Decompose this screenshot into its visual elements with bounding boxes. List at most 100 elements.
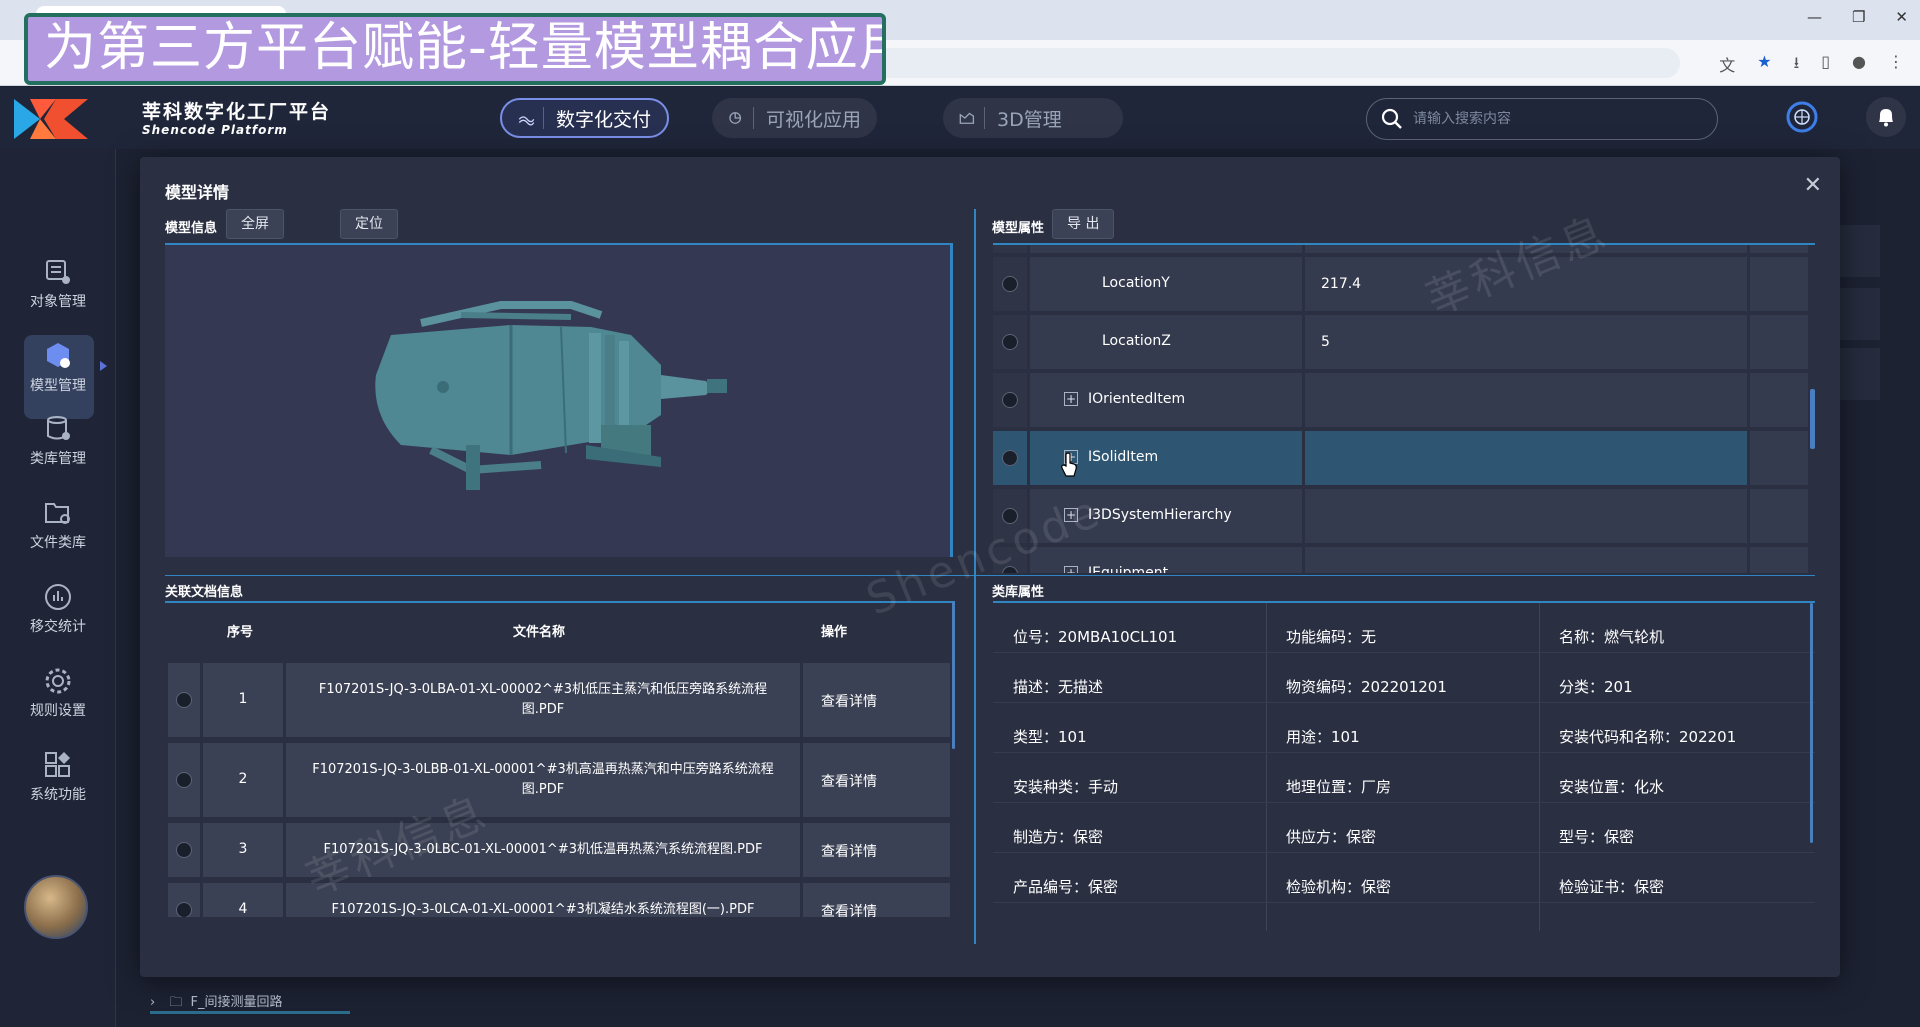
model-3d-viewer[interactable]	[165, 243, 953, 557]
sidebar-item-handover-stats[interactable]: 移交统计	[0, 582, 116, 652]
browser-toolbar-icons: 文 ★ ⭳ ▯ ● ⋮	[1719, 52, 1904, 79]
property-row-location-z[interactable]: LocationZ 5	[993, 315, 1815, 373]
row-radio[interactable]	[176, 842, 192, 858]
avatar[interactable]	[24, 875, 88, 939]
related-docs-label: 关联文档信息	[165, 585, 244, 600]
expand-plus-icon[interactable]: +	[1064, 392, 1078, 406]
library-scrollbar[interactable]	[1810, 603, 1813, 843]
model-info-label: 模型信息	[165, 221, 218, 236]
row-radio[interactable]	[1002, 276, 1018, 292]
view-details-link[interactable]: 查看详情	[803, 823, 950, 877]
table-row[interactable]: 3 F107201S-JQ-3-0LBC-01-XL-00001^#3机低温再热…	[168, 823, 950, 879]
menu-icon[interactable]: ⋮	[1888, 52, 1904, 79]
attr-manufacturer: 制造方：保密	[993, 803, 1266, 853]
property-row-location-y[interactable]: LocationY 217.4	[993, 257, 1815, 315]
col-header-no: 序号	[227, 625, 254, 640]
view-details-link[interactable]: 查看详情	[803, 663, 950, 737]
property-row-i3d-system-hierarchy[interactable]: + I3DSystemHierarchy	[993, 489, 1815, 547]
docs-table-header: 序号 文件名称 操作	[165, 603, 955, 653]
model-detail-modal: 模型详情 ✕ 模型信息 全屏 定位 模型属性 导 出 LocationY 217…	[140, 157, 1840, 977]
minimize-icon[interactable]: —	[1807, 8, 1822, 26]
logo-icon	[14, 99, 88, 139]
row-radio[interactable]	[1002, 450, 1018, 466]
sidebar-item-system-functions[interactable]: 系统功能	[0, 750, 116, 820]
property-row-iequipment[interactable]: + IEquipment	[993, 547, 1815, 573]
app-header: 莘科数字化工厂平台 Shencode Platform 数字化交付 可视化应用 …	[0, 87, 1920, 149]
hand-cursor-icon	[1061, 452, 1077, 477]
attr-function-code: 功能编码：无	[1266, 603, 1539, 653]
statistics-icon	[45, 584, 71, 610]
modal-title: 模型详情	[165, 183, 230, 202]
property-row-isolid-item[interactable]: + ISolidItem	[993, 431, 1815, 489]
close-window-icon[interactable]: ✕	[1895, 8, 1908, 26]
background-panel-block	[1840, 288, 1880, 340]
attr-geo-location: 地理位置：厂房	[1266, 753, 1539, 803]
properties-scrollbar[interactable]	[1810, 389, 1815, 449]
nav-3d-management[interactable]: 3D管理	[943, 98, 1123, 138]
gear-icon	[45, 668, 71, 694]
row-radio[interactable]	[1002, 566, 1018, 573]
table-row[interactable]: 4 F107201S-JQ-3-0LCA-01-XL-00001^#3机凝结水系…	[168, 883, 950, 917]
sidebar: 对象管理 模型管理 类库管理 文件类库 移交统计 规则设置 系统功能	[0, 149, 116, 1027]
locate-button[interactable]: 定位	[340, 209, 398, 239]
export-button[interactable]: 导 出	[1052, 209, 1115, 239]
bookmark-star-icon[interactable]: ★	[1757, 52, 1771, 79]
library-attributes-grid: 位号：20MBA10CL101 功能编码：无 名称：燃气轮机 描述：无描述 物资…	[993, 601, 1815, 931]
row-radio[interactable]	[1002, 334, 1018, 350]
translate-icon[interactable]: 文	[1719, 52, 1735, 79]
sidebar-icon[interactable]: ▯	[1821, 52, 1830, 79]
bell-icon[interactable]	[1866, 97, 1906, 137]
search-icon[interactable]	[1381, 108, 1403, 130]
expand-plus-icon[interactable]: +	[1064, 566, 1078, 573]
fullscreen-button[interactable]: 全屏	[226, 209, 284, 239]
attr-install-kind: 安装种类：手动	[993, 753, 1266, 803]
search-input[interactable]	[1413, 111, 1693, 127]
window-controls: — ❐ ✕	[1807, 8, 1908, 26]
chevron-right-icon: ›	[150, 995, 156, 1010]
row-radio[interactable]	[176, 902, 192, 917]
profile-icon[interactable]: ●	[1852, 52, 1866, 79]
nav-visual-apps[interactable]: 可视化应用	[712, 98, 878, 138]
close-icon[interactable]: ✕	[1804, 173, 1822, 198]
background-tree-item[interactable]: › 🗀 F_间接测量回路	[140, 985, 350, 1014]
sidebar-item-rule-settings[interactable]: 规则设置	[0, 666, 116, 736]
attr-name: 名称：燃气轮机	[1539, 603, 1815, 653]
nav-digital-delivery[interactable]: 数字化交付	[500, 98, 670, 138]
sidebar-item-model-management[interactable]: 模型管理	[0, 335, 116, 419]
gas-turbine-model	[375, 301, 727, 490]
attr-install-code: 安装代码和名称：202201	[1539, 703, 1815, 753]
caption-banner: 为第三方平台赋能-轻量模型耦合应用	[24, 13, 886, 85]
system-grid-icon	[45, 752, 70, 777]
expand-plus-icon[interactable]: +	[1064, 508, 1078, 522]
attr-inspection-body: 检验机构：保密	[1266, 853, 1539, 903]
row-radio[interactable]	[176, 692, 192, 708]
table-row[interactable]: 2 F107201S-JQ-3-0LBB-01-XL-00001^#3机高温再热…	[168, 743, 950, 819]
col-header-action: 操作	[821, 625, 848, 640]
download-icon[interactable]: ⭳	[1794, 52, 1800, 79]
view-details-link[interactable]: 查看详情	[803, 883, 950, 917]
attr-product-number: 产品编号：保密	[993, 853, 1266, 903]
restore-icon[interactable]: ❐	[1852, 8, 1865, 26]
sidebar-item-file-library[interactable]: 文件类库	[0, 498, 116, 568]
related-docs-table: 序号 文件名称 操作 1 F107201S-JQ-3-0LBA-01-XL-00…	[165, 601, 955, 917]
panel-divider-vertical	[974, 209, 976, 944]
area-chart-icon	[959, 107, 985, 129]
brand-name-english: Shencode Platform	[142, 123, 288, 137]
globe-icon[interactable]	[1782, 97, 1822, 137]
brand-name: 莘科数字化工厂平台	[142, 101, 332, 123]
tree-scrollbar[interactable]	[150, 1011, 350, 1014]
attr-category: 分类：201	[1539, 653, 1815, 703]
digital-delivery-icon	[518, 107, 544, 129]
row-radio[interactable]	[1002, 508, 1018, 524]
docs-scrollbar[interactable]	[952, 601, 955, 749]
row-radio[interactable]	[176, 772, 192, 788]
sidebar-item-object-management[interactable]: 对象管理	[0, 257, 116, 327]
table-row[interactable]: 1 F107201S-JQ-3-0LBA-01-XL-00002^#3机低压主蒸…	[168, 663, 950, 739]
sidebar-item-library-management[interactable]: 类库管理	[0, 414, 116, 484]
property-row-ioriented-item[interactable]: + IOrientedItem	[993, 373, 1815, 431]
pie-chart-icon	[729, 107, 754, 129]
model-props-label: 模型属性	[992, 221, 1045, 236]
view-details-link[interactable]: 查看详情	[803, 743, 950, 817]
row-radio[interactable]	[1002, 392, 1018, 408]
panel-divider-horizontal	[165, 575, 1815, 576]
